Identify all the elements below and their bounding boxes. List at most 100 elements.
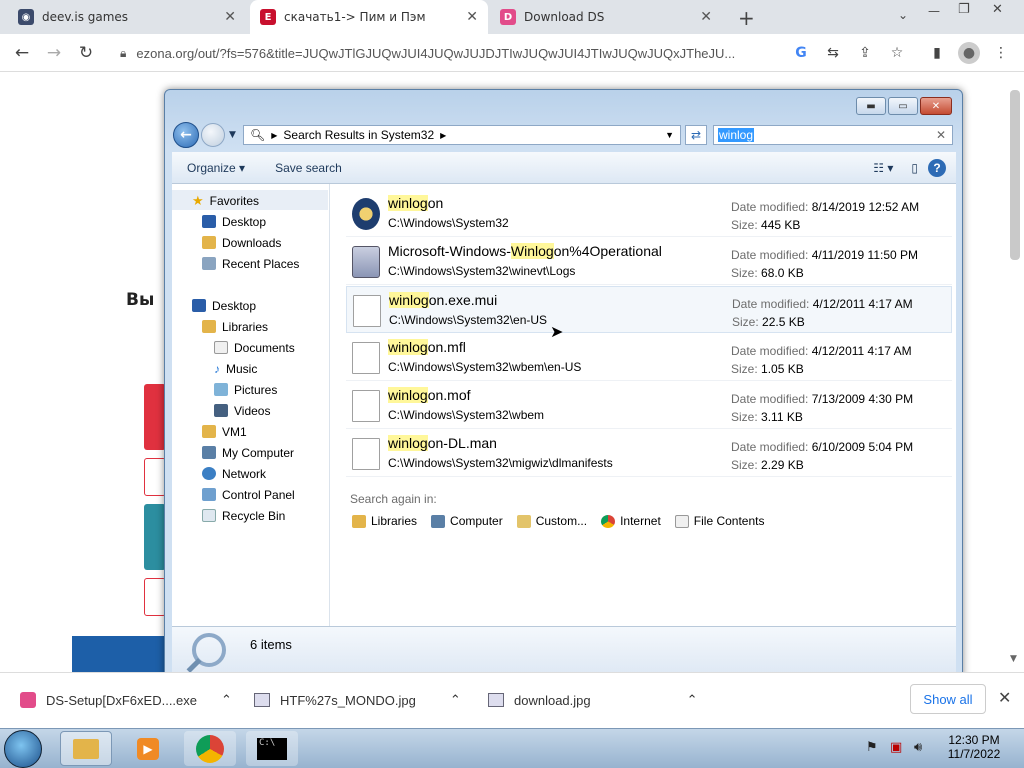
page-outline-button[interactable] bbox=[144, 458, 166, 496]
download-item[interactable]: HTF%27s_MONDO.jpg ⌃ bbox=[254, 688, 461, 712]
nav-libraries[interactable]: Libraries bbox=[202, 317, 268, 336]
network-warning-icon[interactable]: ▣ bbox=[890, 740, 902, 755]
breadcrumb-chevron-icon[interactable]: ▶ bbox=[271, 131, 277, 140]
nav-videos[interactable]: Videos bbox=[214, 401, 270, 420]
organize-button[interactable]: Organize ▾ bbox=[172, 161, 260, 175]
refresh-icon[interactable]: ⇄ bbox=[685, 125, 707, 145]
winlogon-app-icon bbox=[352, 198, 380, 230]
tab-ezona[interactable]: E скачать1-> Пим и Пэм ✕ bbox=[250, 0, 488, 34]
result-row[interactable]: winlogon.mfl C:\Windows\System32\wbem\en… bbox=[346, 334, 952, 381]
result-row[interactable]: winlogon.mof C:\Windows\System32\wbem Da… bbox=[346, 382, 952, 429]
close-downloads-icon[interactable]: ✕ bbox=[998, 688, 1011, 707]
search-again-file-contents[interactable]: File Contents bbox=[674, 514, 764, 528]
tray-flag-icon[interactable]: ⚑ bbox=[866, 740, 878, 755]
search-query-text[interactable]: winlog bbox=[718, 128, 755, 142]
tab-download-ds[interactable]: D Download DS ✕ bbox=[490, 0, 722, 34]
result-row[interactable]: Microsoft-Windows-Winlogon%4Operational … bbox=[346, 238, 952, 285]
nav-desktop[interactable]: Desktop bbox=[192, 296, 256, 315]
nav-label: My Computer bbox=[222, 445, 295, 460]
nav-music[interactable]: ♪ Music bbox=[214, 359, 257, 378]
profile-avatar-icon[interactable]: ● bbox=[958, 42, 980, 64]
nav-pictures[interactable]: Pictures bbox=[214, 380, 277, 399]
scroll-down-icon[interactable]: ▼ bbox=[1010, 654, 1017, 664]
download-item[interactable]: download.jpg ⌃ bbox=[488, 688, 698, 712]
reload-icon[interactable]: ↻ bbox=[74, 41, 98, 65]
nav-my-computer[interactable]: My Computer bbox=[202, 443, 294, 462]
view-options-icon[interactable]: ☷ ▾ bbox=[865, 161, 901, 175]
explorer-address-bar[interactable]: 🔍︎ ▶ Search Results in System32 ▶ ▼ bbox=[243, 125, 681, 145]
page-teal-button[interactable] bbox=[144, 504, 166, 570]
nav-fav-downloads[interactable]: Downloads bbox=[202, 233, 281, 252]
result-row[interactable]: winlogon-DL.man C:\Windows\System32\migw… bbox=[346, 430, 952, 477]
close-tab-icon[interactable]: ✕ bbox=[466, 9, 478, 25]
computer-icon bbox=[431, 514, 446, 528]
explorer-forward-button[interactable] bbox=[201, 123, 225, 147]
nav-fav-desktop[interactable]: Desktop bbox=[202, 212, 266, 231]
chevron-up-icon[interactable]: ⌃ bbox=[687, 692, 698, 708]
taskbar-cmd[interactable]: C:\ bbox=[246, 731, 298, 766]
google-icon[interactable]: G bbox=[790, 42, 812, 64]
preview-pane-icon[interactable]: ▯ bbox=[901, 161, 928, 175]
search-again-computer[interactable]: Computer bbox=[431, 514, 503, 528]
page-outline-button[interactable] bbox=[144, 578, 166, 616]
restore-icon[interactable]: ❐ bbox=[958, 2, 970, 17]
option-label: Custom... bbox=[535, 514, 588, 528]
volume-icon[interactable]: 🔊︎ bbox=[914, 740, 922, 755]
nav-vm1[interactable]: VM1 bbox=[202, 422, 247, 441]
share-icon[interactable]: ⇪ bbox=[854, 42, 876, 64]
breadcrumb[interactable]: Search Results in System32 bbox=[283, 128, 434, 142]
tab-deev[interactable]: ◉ deev.is games ✕ bbox=[8, 0, 246, 34]
close-tab-icon[interactable]: ✕ bbox=[224, 9, 236, 25]
nav-label: Documents bbox=[234, 340, 295, 355]
back-arrow-icon[interactable]: ← bbox=[10, 41, 34, 65]
page-red-button[interactable] bbox=[144, 384, 166, 450]
nav-recycle-bin[interactable]: Recycle Bin bbox=[202, 506, 285, 525]
menu-kebab-icon[interactable]: ⋮ bbox=[990, 42, 1012, 64]
nav-fav-recent[interactable]: Recent Places bbox=[202, 254, 299, 273]
result-row[interactable]: winlogon C:\Windows\System32 Date modifi… bbox=[346, 190, 952, 237]
explorer-search-input[interactable]: winlog ✕ bbox=[713, 125, 953, 145]
explorer-maximize-button[interactable]: ▭ bbox=[888, 97, 918, 115]
close-window-icon[interactable]: ✕ bbox=[992, 2, 1003, 17]
show-all-button[interactable]: Show all bbox=[910, 684, 986, 714]
address-dropdown-icon[interactable]: ▼ bbox=[665, 130, 674, 140]
documents-icon bbox=[214, 341, 228, 354]
new-tab-button[interactable]: + bbox=[738, 6, 755, 30]
side-panel-icon[interactable]: ▮ bbox=[926, 42, 948, 64]
clear-search-icon[interactable]: ✕ bbox=[936, 128, 946, 142]
start-button[interactable] bbox=[4, 730, 42, 768]
address-bar[interactable]: 🔒︎ ezona.org/out/?fs=576&title=JUQwJTlGJ… bbox=[108, 38, 824, 68]
download-item[interactable]: DS-Setup[DxF6xED....exe ⌃ bbox=[20, 688, 232, 712]
minimize-icon[interactable]: — bbox=[928, 4, 946, 18]
explorer-back-button[interactable]: ← bbox=[173, 122, 199, 148]
breadcrumb-chevron-icon[interactable]: ▶ bbox=[440, 131, 446, 140]
help-icon[interactable]: ? bbox=[928, 158, 946, 177]
forward-arrow-icon[interactable]: → bbox=[42, 41, 66, 65]
result-row[interactable]: winlogon.exe.mui C:\Windows\System32\en-… bbox=[346, 286, 952, 333]
save-search-button[interactable]: Save search bbox=[260, 161, 357, 175]
nav-network[interactable]: Network bbox=[202, 464, 266, 483]
tab-search-icon[interactable]: ⌄ bbox=[898, 8, 908, 22]
close-tab-icon[interactable]: ✕ bbox=[700, 9, 712, 25]
clock[interactable]: 12:30 PM 11/7/2022 bbox=[944, 733, 1004, 761]
explorer-minimize-button[interactable]: ▬ bbox=[856, 97, 886, 115]
taskbar-explorer[interactable] bbox=[60, 731, 112, 766]
search-again-custom[interactable]: Custom... bbox=[516, 514, 588, 528]
file-icon bbox=[353, 295, 381, 327]
history-dropdown-icon[interactable]: ▼ bbox=[229, 130, 236, 140]
nav-documents[interactable]: Documents bbox=[214, 338, 295, 357]
translate-icon[interactable]: ⇆ bbox=[822, 42, 844, 64]
chevron-up-icon[interactable]: ⌃ bbox=[450, 692, 461, 708]
chevron-up-icon[interactable]: ⌃ bbox=[221, 692, 232, 708]
nav-control-panel[interactable]: Control Panel bbox=[202, 485, 295, 504]
download-name: DS-Setup[DxF6xED....exe bbox=[46, 692, 197, 708]
result-size: Size: 3.11 KB bbox=[731, 410, 803, 424]
explorer-close-button[interactable]: ✕ bbox=[920, 97, 952, 115]
taskbar-media-player[interactable]: ▶ bbox=[122, 731, 174, 766]
taskbar-chrome[interactable] bbox=[184, 731, 236, 766]
page-scrollbar[interactable] bbox=[1010, 90, 1020, 260]
search-again-libraries[interactable]: Libraries bbox=[352, 514, 417, 528]
bookmark-star-icon[interactable]: ☆ bbox=[886, 42, 908, 64]
search-again-internet[interactable]: Internet bbox=[601, 514, 661, 528]
nav-favorites[interactable]: ★ Favorites bbox=[192, 191, 259, 210]
